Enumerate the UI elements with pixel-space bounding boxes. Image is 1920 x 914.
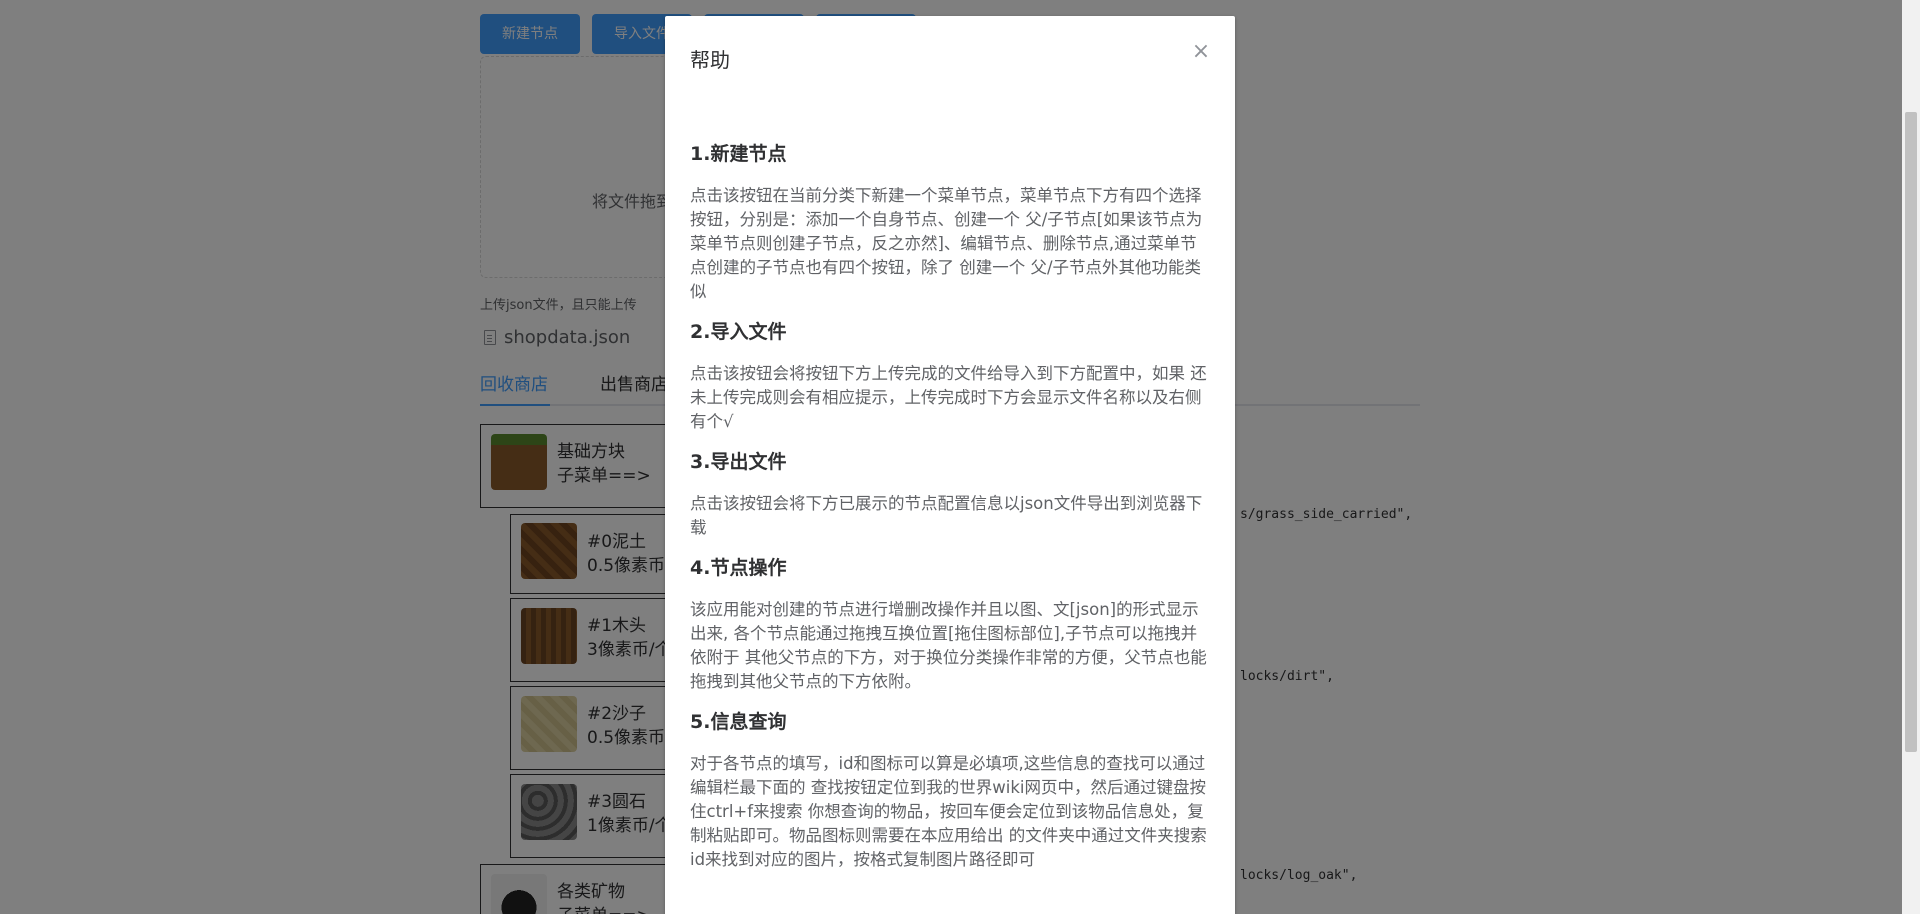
section-text: 点击该按钮会将按钮下方上传完成的文件给导入到下方配置中，如果 还未上传完成则会有… (690, 364, 1207, 431)
page-scrollbar-thumb[interactable] (1905, 112, 1917, 752)
section-heading: 5.信息查询 (690, 711, 787, 733)
help-dialog: 帮助 × 1.新建节点 点击该按钮在当前分类下新建一个菜单节点，菜单节点下方有四… (665, 16, 1235, 914)
section-text: 点击该按钮在当前分类下新建一个菜单节点，菜单节点下方有四个选择按钮，分别是：添加… (690, 186, 1203, 301)
section-heading: 3.导出文件 (690, 451, 787, 473)
close-icon[interactable]: × (1189, 40, 1213, 64)
dialog-body: 1.新建节点 点击该按钮在当前分类下新建一个菜单节点，菜单节点下方有四个选择按钮… (690, 140, 1210, 886)
section-heading: 2.导入文件 (690, 321, 787, 343)
section-text: 该应用能对创建的节点进行增删改操作并且以图、文[json]的形式显示出来, 各个… (690, 600, 1207, 691)
section-text: 点击该按钮会将下方已展示的节点配置信息以json文件导出到浏览器下载 (690, 494, 1203, 537)
section-heading: 1.新建节点 (690, 143, 787, 165)
dialog-title: 帮助 (690, 48, 730, 72)
section-heading: 4.节点操作 (690, 557, 787, 579)
section-text: 对于各节点的填写，id和图标可以算是必填项,这些信息的查找可以通过编辑栏最下面的… (690, 754, 1207, 869)
